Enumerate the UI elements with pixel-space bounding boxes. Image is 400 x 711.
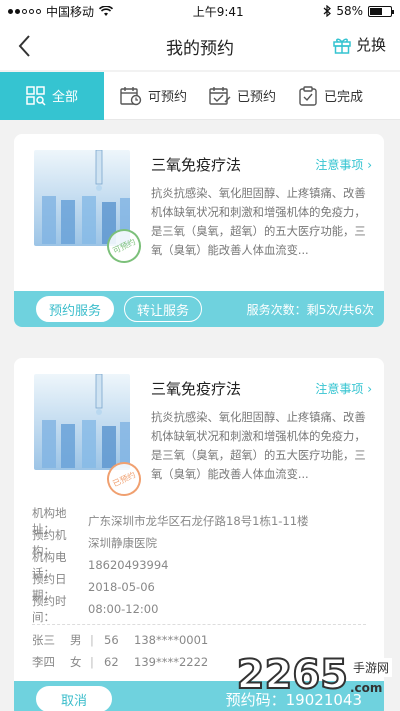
signal-icon [8, 8, 41, 14]
battery-icon [367, 5, 394, 17]
booking-info: 机构地址： 广东深圳市龙华区石龙仔路18号1栋1-11楼 预约机构： 深圳静康医院 … [14, 506, 384, 673]
filter-tabs: 全部 可预约 已预约 已完成 [0, 71, 400, 120]
service-description: 抗炎抗感染、氧化胆固醇、止疼镇痛、改善机体缺氧状况和刺激和增强机体的免疫力，是三… [151, 411, 366, 481]
clipboard-check-icon [299, 85, 317, 106]
cancel-button[interactable]: 取消 [36, 686, 113, 711]
exchange-button[interactable]: 兑换 [332, 34, 386, 55]
book-service-button[interactable]: 预约服务 [36, 296, 115, 322]
status-bar: 中国移动 上午9:41 58% [0, 0, 400, 22]
carrier-name: 中国移动 [46, 4, 95, 19]
exchange-label: 兑换 [355, 36, 386, 54]
grid-search-icon [26, 85, 46, 106]
battery-percent: 58% [336, 4, 363, 18]
card-actions: 预约服务 转让服务 服务次数：剩5次/共6次 [14, 291, 384, 327]
person-row: 张三男 | 56 138****0001 [32, 633, 209, 647]
clock: 上午9:41 [192, 4, 244, 19]
calendar-clock-icon [120, 86, 142, 105]
transfer-service-button[interactable]: 转让服务 [124, 296, 203, 322]
gift-icon [333, 38, 351, 54]
page-title: 我的预约 [166, 38, 234, 59]
service-image [34, 374, 130, 470]
tab-completed-label: 已完成 [324, 90, 364, 105]
bluetooth-icon [323, 5, 332, 17]
watermark-domain: .com [349, 681, 383, 695]
service-usage-count: 服务次数：剩5次/共6次 [246, 302, 374, 317]
back-arrow-icon[interactable] [12, 32, 40, 60]
tab-booked[interactable]: 已预约 [199, 72, 286, 120]
tab-available-label: 可预约 [148, 90, 188, 105]
service-card: 可预约 三氧免疫疗法 注意事项 › 抗炎抗感染、氧化胆固醇、止疼镇痛、改善机体缺… [14, 134, 384, 327]
calendar-check-icon [209, 86, 231, 105]
notice-link[interactable]: 注意事项 › [315, 156, 372, 173]
wifi-icon [99, 5, 114, 16]
tab-all-label: 全部 [51, 90, 78, 105]
notice-link[interactable]: 注意事项 › [315, 380, 372, 397]
info-time: 预约时间： 08:00-12:00 [32, 594, 159, 624]
tab-all[interactable]: 全部 [0, 71, 104, 120]
tab-completed[interactable]: 已完成 [288, 72, 373, 120]
tab-booked-label: 已预约 [237, 90, 277, 105]
tab-available[interactable]: 可预约 [110, 72, 197, 120]
nav-bar: 我的预约 兑换 [0, 22, 400, 70]
service-title: 三氧免疫疗法 [151, 156, 242, 174]
watermark-subtitle: 手游网 [349, 658, 392, 677]
watermark-logo: 2265 [236, 652, 349, 698]
site-watermark: 2265 手游网 .com [236, 652, 392, 698]
service-description: 抗炎抗感染、氧化胆固醇、止疼镇痛、改善机体缺氧状况和刺激和增强机体的免疫力，是三… [151, 187, 366, 257]
service-title: 三氧免疫疗法 [151, 380, 242, 398]
